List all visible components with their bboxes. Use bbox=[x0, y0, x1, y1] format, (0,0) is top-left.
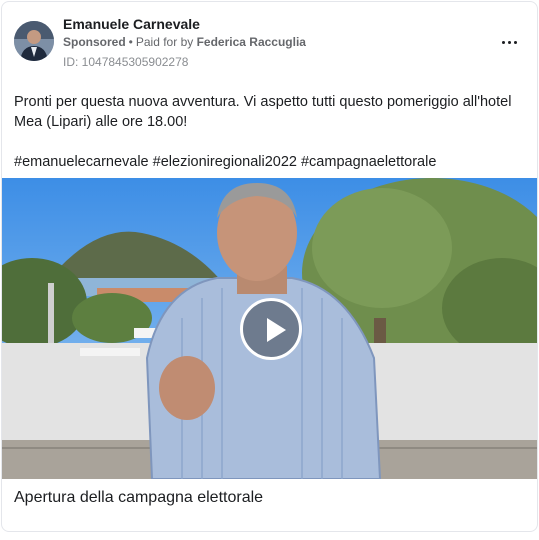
avatar[interactable] bbox=[14, 21, 54, 61]
payer-name[interactable]: Federica Raccuglia bbox=[197, 35, 306, 49]
page-name[interactable]: Emanuele Carnevale bbox=[63, 16, 200, 32]
ad-id: ID: 1047845305902278 bbox=[63, 55, 189, 69]
video-player[interactable] bbox=[2, 178, 537, 479]
sponsored-label: Sponsored bbox=[63, 35, 126, 49]
post-hashtags: #emanuelecarnevale #elezioniregionali202… bbox=[14, 154, 437, 170]
more-horizontal-icon bbox=[501, 40, 505, 44]
ad-card: Emanuele Carnevale Sponsored • Paid for by… bbox=[1, 1, 538, 532]
paid-for-prefix: Paid for by bbox=[135, 35, 194, 49]
post-header: Emanuele Carnevale Sponsored • Paid for by… bbox=[2, 2, 537, 82]
more-options-button[interactable] bbox=[497, 32, 521, 52]
play-icon[interactable] bbox=[240, 298, 302, 360]
video-caption: Apertura della campagna elettorale bbox=[14, 489, 264, 506]
sponsor-line: Sponsored • Paid for by Federica Raccuglia bbox=[63, 35, 306, 49]
separator-dot: • bbox=[128, 35, 133, 49]
post-body-text: Pronti per questa nuova avventura. Vi as… bbox=[14, 94, 512, 130]
